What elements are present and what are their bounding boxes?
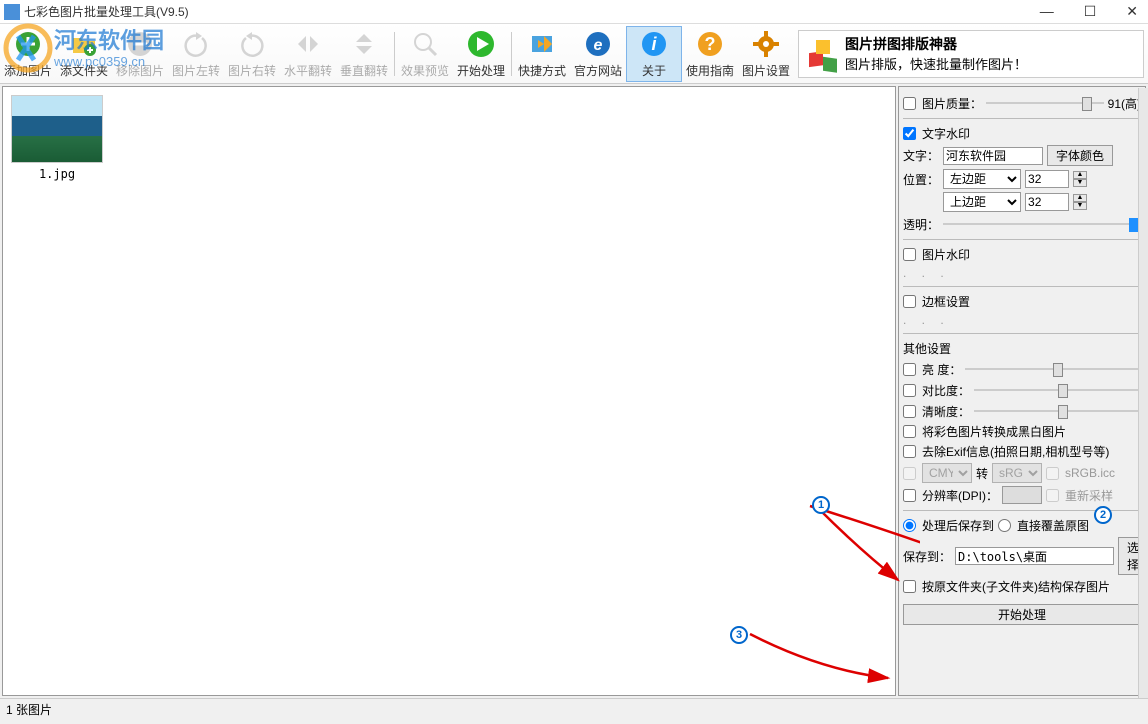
thumbnail-image [11,95,103,163]
start-button[interactable]: 开始处理 [903,604,1141,625]
图片设置-button[interactable]: 图片设置 [738,26,794,82]
cmyk-select: CMYK [922,463,972,483]
keep-structure-checkbox[interactable] [903,580,916,593]
promo-banner[interactable]: 图片拼图排版神器 图片排版，快速批量制作图片！ [798,30,1144,78]
quality-checkbox[interactable] [903,97,916,110]
opacity-slider[interactable] [943,215,1141,233]
rotate-right-icon [236,28,268,60]
promo-title: 图片拼图排版神器 [845,34,1027,54]
globe-icon: e [582,28,614,60]
window-title: 七彩色图片批量处理工具(V9.5) [24,3,1034,20]
快捷方式-button[interactable]: 快捷方式 [514,26,570,82]
image-watermark-checkbox[interactable] [903,248,916,261]
resample-checkbox [1046,489,1059,502]
position-h-value[interactable] [1025,170,1069,188]
promo-subtitle: 图片排版，快速批量制作图片！ [845,54,1027,73]
font-color-button[interactable]: 字体颜色 [1047,145,1113,166]
border-checkbox[interactable] [903,295,916,308]
minus-icon [124,28,156,60]
dpi-checkbox[interactable] [903,489,916,502]
main-toolbar: 添加图片添文件夹移除图片图片左转图片右转水平翻转垂直翻转 效果预览 开始处理 快… [0,24,1148,84]
cmyk-checkbox [903,467,916,480]
minimize-button[interactable]: — [1034,3,1060,20]
status-text: 1 张图片 [6,703,52,717]
cubes-icon [801,32,845,76]
水平翻转-button[interactable]: 水平翻转 [280,26,336,82]
使用指南-button[interactable]: ?使用指南 [682,26,738,82]
sharpness-checkbox[interactable] [903,405,916,418]
添文件夹-button[interactable]: 添文件夹 [56,26,112,82]
gear-icon [750,28,782,60]
bw-checkbox[interactable] [903,425,916,438]
image-canvas[interactable]: 1.jpg [2,86,896,696]
quality-value: 91(高) [1108,95,1141,112]
plus-icon [12,28,44,60]
移除图片-button[interactable]: 移除图片 [112,26,168,82]
flip-v-icon [348,28,380,60]
dpi-input [1002,486,1042,504]
rotate-left-icon [180,28,212,60]
contrast-checkbox[interactable] [903,384,916,397]
spin-down-icon[interactable]: ▼ [1073,179,1087,187]
thumbnail-filename: 1.jpg [11,167,103,181]
spin-up-icon[interactable]: ▲ [1073,171,1087,179]
关于-button[interactable]: i关于 [626,26,682,82]
spin-down-icon[interactable]: ▼ [1073,202,1087,210]
save-path-input[interactable] [955,547,1114,565]
scrollbar[interactable] [1138,88,1148,698]
watermark-text-input[interactable] [943,147,1043,165]
app-icon [4,4,20,20]
start-processing-button[interactable]: 开始处理 [453,26,509,82]
svg-text:e: e [594,37,603,54]
brightness-checkbox[interactable] [903,363,916,376]
srgb-select: sRGB [992,463,1042,483]
图片左转-button[interactable]: 图片左转 [168,26,224,82]
info-icon: i [638,28,670,60]
status-bar: 1 张图片 [0,698,1148,718]
quality-label: 图片质量： [922,95,982,112]
icc-checkbox [1046,467,1059,480]
save-to-radio[interactable] [903,519,916,532]
brightness-slider[interactable] [965,360,1141,378]
contrast-slider[interactable] [974,381,1141,399]
quality-slider[interactable] [986,94,1104,112]
exif-checkbox[interactable] [903,445,916,458]
preview-button[interactable]: 效果预览 [397,26,453,82]
position-v-select[interactable]: 上边距 [943,192,1021,212]
image-thumbnail[interactable]: 1.jpg [11,95,103,181]
垂直翻转-button[interactable]: 垂直翻转 [336,26,392,82]
官方网站-button[interactable]: e官方网站 [570,26,626,82]
overwrite-radio[interactable] [998,519,1011,532]
spin-up-icon[interactable]: ▲ [1073,194,1087,202]
sharpness-slider[interactable] [974,402,1141,420]
position-h-select[interactable]: 左边距 [943,169,1021,189]
shortcut-icon [526,28,558,60]
help-icon: ? [694,28,726,60]
text-watermark-checkbox[interactable] [903,127,916,140]
图片右转-button[interactable]: 图片右转 [224,26,280,82]
settings-panel: 图片质量： 91(高) 文字水印 文字： 字体颜色 位置： 左边距 ▲▼ 位置：… [898,86,1146,696]
position-v-value[interactable] [1025,193,1069,211]
maximize-button[interactable]: ☐ [1078,3,1103,20]
close-button[interactable]: ✕ [1120,3,1144,20]
flip-h-icon [292,28,324,60]
添加图片-button[interactable]: 添加图片 [0,26,56,82]
svg-text:?: ? [705,34,716,54]
folder-plus-icon [68,28,100,60]
